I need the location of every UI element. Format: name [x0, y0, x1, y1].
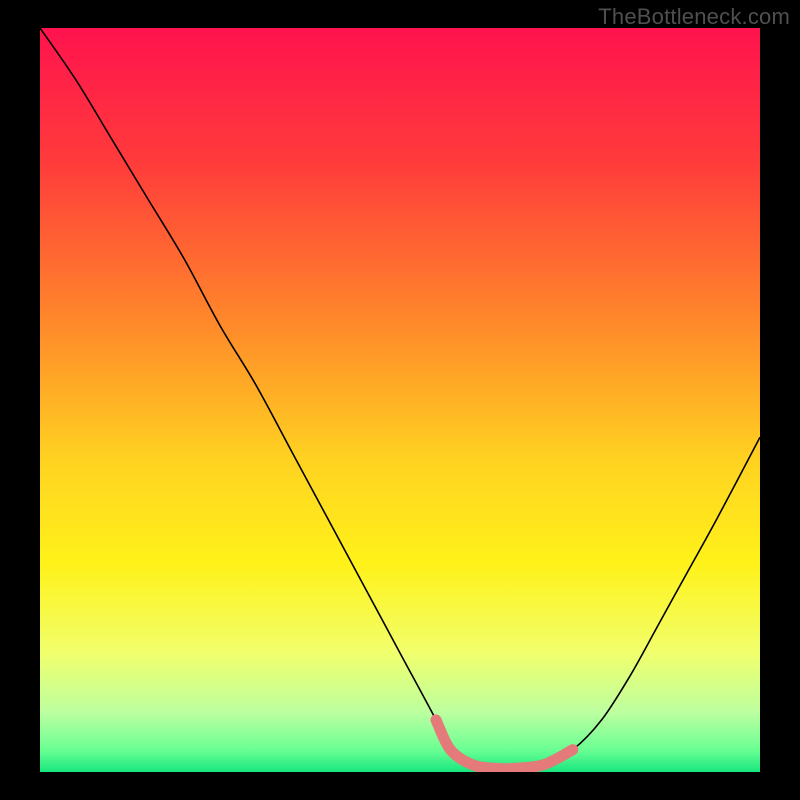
- plot-area: [40, 28, 760, 772]
- gradient-background: [40, 28, 760, 772]
- watermark-label: TheBottleneck.com: [598, 4, 790, 30]
- bottleneck-plot: [40, 28, 760, 772]
- chart-frame: TheBottleneck.com: [0, 0, 800, 800]
